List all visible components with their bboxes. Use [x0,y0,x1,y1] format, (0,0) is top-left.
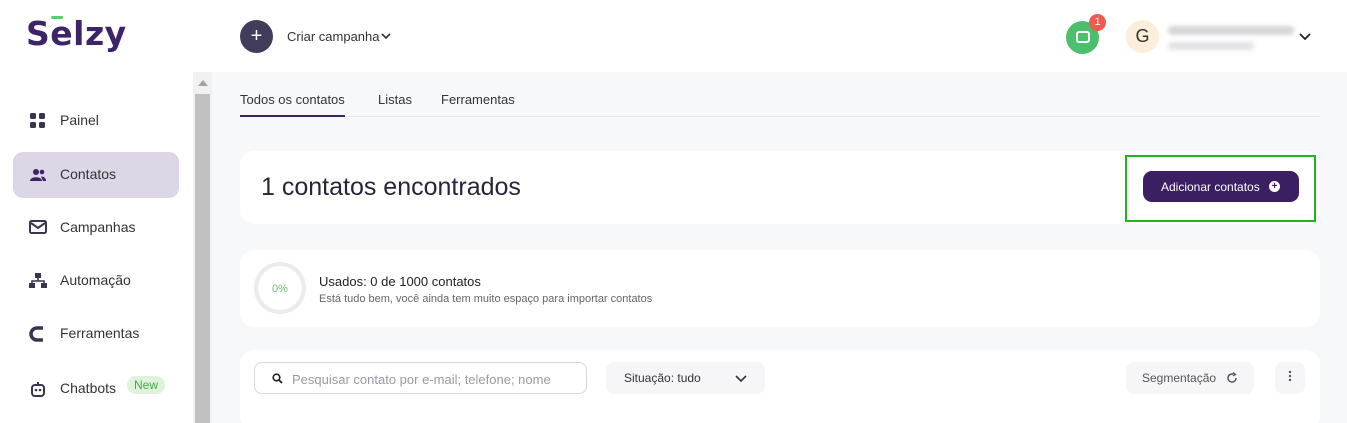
contacts-table-card: Pesquisar contato por e-mail; telefone; … [240,350,1320,423]
more-options-button[interactable] [1275,362,1305,394]
usage-percent: 0% [272,283,288,295]
sidebar-item-chatbots[interactable]: Chatbots New [13,366,179,412]
search-placeholder: Pesquisar contato por e-mail; telefone; … [292,372,551,387]
more-vertical-icon [1288,370,1292,382]
mail-icon [29,220,47,234]
sidebar-item-label: Campanhas [60,219,136,235]
usage-progress-ring: 0% [254,262,306,314]
logo-accent-bar [51,16,63,19]
sidebar-item-label: Contatos [60,166,117,182]
contacts-tabs: Todos os contatos Listas Ferramentas [240,92,1320,117]
sidebar-item-label: Chatbots [60,380,117,396]
create-campaign-label[interactable]: Criar campanha [287,29,380,44]
sidebar-item-campanhas[interactable]: Campanhas [13,205,179,251]
flow-icon [29,273,47,288]
magnet-icon [29,326,43,342]
users-icon [30,169,46,181]
segmentation-button[interactable]: Segmentação [1126,362,1254,394]
top-header: Selzy + Criar campanha 1 G [0,0,1347,72]
refresh-icon [1227,372,1237,383]
add-contacts-button[interactable]: Adicionar contatos + [1143,171,1299,202]
sidebar-scrollbar[interactable] [193,72,212,423]
sidebar-item-painel[interactable]: Painel [13,98,179,144]
user-avatar[interactable]: G [1126,20,1159,53]
segmentation-label: Segmentação [1142,371,1217,385]
plus-circle-icon: + [1269,181,1280,192]
search-icon [272,373,283,384]
usage-card: 0% Usados: 0 de 1000 contatos Está tudo … [240,250,1320,327]
chat-icon [1076,31,1090,43]
usage-subtitle: Está tudo bem, você ainda tem muito espa… [319,293,653,305]
sidebar-item-contatos[interactable]: Contatos [13,152,179,198]
new-badge: New [127,376,166,394]
search-input[interactable]: Pesquisar contato por e-mail; telefone; … [254,362,587,394]
tab-listas[interactable]: Listas [378,92,412,117]
add-contacts-label: Adicionar contatos [1161,180,1260,194]
sidebar-item-label: Automação [60,272,131,288]
status-filter-label: Situação: tudo [624,371,701,385]
status-filter-dropdown[interactable]: Situação: tudo [606,362,765,394]
sidebar-item-label: Ferramentas [60,325,140,341]
main-content: Todos os contatos Listas Ferramentas 1 c… [212,72,1347,423]
page-title: 1 contatos encontrados [261,173,521,201]
user-account-redacted [1168,42,1254,50]
user-menu-chevron-icon[interactable] [1298,30,1312,42]
notification-badge: 1 [1089,14,1106,31]
user-email-redacted [1168,26,1294,35]
usage-title: Usados: 0 de 1000 contatos [319,274,481,289]
scroll-up-arrow-icon[interactable] [198,80,208,86]
sidebar-item-ferramentas[interactable]: Ferramentas [13,311,179,357]
create-campaign-plus-button[interactable]: + [240,20,273,53]
sidebar-item-automacao[interactable]: Automação [13,258,179,304]
selzy-logo[interactable]: Selzy [26,14,127,53]
robot-icon [31,382,45,397]
chevron-down-icon[interactable] [380,30,392,42]
grid-icon [30,113,45,128]
chevron-down-icon [735,375,747,383]
sidebar-item-label: Painel [60,112,99,128]
sidebar: Painel Contatos Campanhas Automação Ferr… [0,72,193,423]
tab-ferramentas[interactable]: Ferramentas [441,92,515,117]
tab-todos-os-contatos[interactable]: Todos os contatos [240,92,345,117]
scroll-thumb[interactable] [195,94,210,423]
